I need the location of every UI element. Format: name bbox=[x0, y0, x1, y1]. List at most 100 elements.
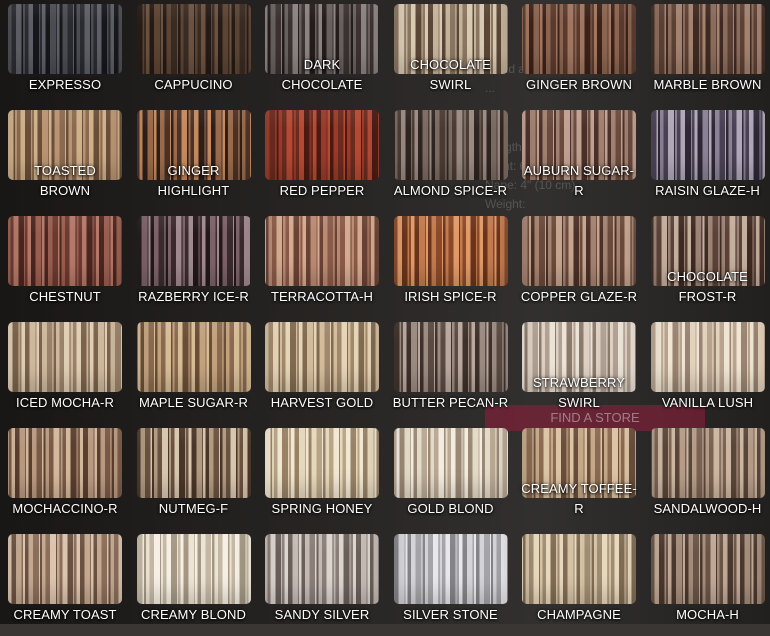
hair-color-sample-image[interactable] bbox=[265, 322, 379, 392]
color-swatch[interactable]: GINGERHIGHLIGHT bbox=[130, 106, 258, 212]
swatch-label-line: VANILLA LUSH bbox=[644, 393, 770, 413]
hair-color-sample-image[interactable] bbox=[137, 322, 251, 392]
swatch-label-line: IRISH SPICE-R bbox=[387, 287, 515, 307]
hair-color-sample-image[interactable] bbox=[137, 534, 251, 604]
swatch-label-line: RED PEPPER bbox=[258, 181, 386, 201]
swatch-label: SANDY SILVER bbox=[258, 605, 386, 625]
color-swatch[interactable]: MAPLE SUGAR-R bbox=[130, 318, 258, 424]
hair-color-sample-image[interactable] bbox=[394, 534, 508, 604]
hair-color-sample-image[interactable] bbox=[522, 534, 636, 604]
hair-color-sample-image[interactable] bbox=[265, 110, 379, 180]
swatch-label-line: TOASTED bbox=[1, 161, 129, 181]
swatch-label-line: SWIRL bbox=[515, 393, 643, 413]
swatch-label: CREAMY TOAST bbox=[1, 605, 129, 625]
color-swatch[interactable]: SANDY SILVER bbox=[258, 530, 386, 636]
color-swatch[interactable]: IRISH SPICE-R bbox=[387, 212, 515, 318]
color-swatch[interactable]: RED PEPPER bbox=[258, 106, 386, 212]
color-swatch[interactable]: ALMOND SPICE-R bbox=[387, 106, 515, 212]
color-swatch[interactable]: GOLD BLOND bbox=[387, 424, 515, 530]
color-swatch[interactable]: BUTTER PECAN-R bbox=[387, 318, 515, 424]
swatch-label: TOASTEDBROWN bbox=[1, 161, 129, 201]
swatch-label: VANILLA LUSH bbox=[644, 393, 770, 413]
hair-color-sample-image[interactable] bbox=[394, 110, 508, 180]
color-swatch[interactable]: MARBLE BROWN bbox=[644, 0, 770, 106]
color-swatch[interactable]: TERRACOTTA-H bbox=[258, 212, 386, 318]
color-swatch[interactable]: TOASTEDBROWN bbox=[1, 106, 129, 212]
hair-color-sample-image[interactable] bbox=[522, 216, 636, 286]
swatch-label: SANDALWOOD-H bbox=[644, 499, 770, 519]
color-swatch[interactable]: MOCHA-H bbox=[644, 530, 770, 636]
swatch-label: TERRACOTTA-H bbox=[258, 287, 386, 307]
color-swatch[interactable]: CHOCOLATEFROST-R bbox=[644, 212, 770, 318]
swatch-label-line: ALMOND SPICE-R bbox=[387, 181, 515, 201]
hair-color-sample-image[interactable] bbox=[8, 4, 122, 74]
color-swatch[interactable]: CHOCOLATESWIRL bbox=[387, 0, 515, 106]
hair-color-sample-image[interactable] bbox=[137, 216, 251, 286]
swatch-label-line: R bbox=[515, 181, 643, 201]
hair-color-sample-image[interactable] bbox=[394, 322, 508, 392]
color-swatch[interactable]: CAPPUCINO bbox=[130, 0, 258, 106]
hair-color-sample-image[interactable] bbox=[265, 216, 379, 286]
hair-color-sample-image[interactable] bbox=[8, 216, 122, 286]
swatch-label-line: BROWN bbox=[1, 181, 129, 201]
color-swatch[interactable]: SANDALWOOD-H bbox=[644, 424, 770, 530]
swatch-label-line: TERRACOTTA-H bbox=[258, 287, 386, 307]
color-swatch[interactable]: MOCHACCINO-R bbox=[1, 424, 129, 530]
hair-color-sample-image[interactable] bbox=[522, 4, 636, 74]
color-swatch[interactable]: CREAMY BLOND bbox=[130, 530, 258, 636]
swatch-label: HARVEST GOLD bbox=[258, 393, 386, 413]
swatch-label-line: SANDALWOOD-H bbox=[644, 499, 770, 519]
color-swatch-grid: EXPRESSOCAPPUCINODARKCHOCOLATECHOCOLATES… bbox=[0, 0, 770, 624]
hair-color-sample-image[interactable] bbox=[8, 534, 122, 604]
hair-color-sample-image[interactable] bbox=[137, 4, 251, 74]
hair-color-sample-image[interactable] bbox=[8, 428, 122, 498]
swatch-label-line: CREAMY TOAST bbox=[1, 605, 129, 625]
swatch-label-line: GOLD BLOND bbox=[387, 499, 515, 519]
color-swatch[interactable]: CHAMPAGNE bbox=[515, 530, 643, 636]
hair-color-sample-image[interactable] bbox=[8, 322, 122, 392]
color-swatch[interactable]: COPPER GLAZE-R bbox=[515, 212, 643, 318]
color-swatch[interactable]: AUBURN SUGAR-R bbox=[515, 106, 643, 212]
color-swatch[interactable]: EXPRESSO bbox=[1, 0, 129, 106]
swatch-label-line: NUTMEG-F bbox=[130, 499, 258, 519]
swatch-label: CHOCOLATEFROST-R bbox=[644, 267, 770, 307]
color-swatch[interactable]: CHESTNUT bbox=[1, 212, 129, 318]
hair-color-sample-image[interactable] bbox=[265, 428, 379, 498]
swatch-label: MOCHACCINO-R bbox=[1, 499, 129, 519]
swatch-label: NUTMEG-F bbox=[130, 499, 258, 519]
swatch-label-line: HARVEST GOLD bbox=[258, 393, 386, 413]
swatch-label: RAZBERRY ICE-R bbox=[130, 287, 258, 307]
color-swatch[interactable]: DARKCHOCOLATE bbox=[258, 0, 386, 106]
swatch-label: BUTTER PECAN-R bbox=[387, 393, 515, 413]
hair-color-sample-image[interactable] bbox=[651, 322, 765, 392]
swatch-label-line: SANDY SILVER bbox=[258, 605, 386, 625]
hair-color-sample-image[interactable] bbox=[651, 534, 765, 604]
swatch-label: MAPLE SUGAR-R bbox=[130, 393, 258, 413]
color-swatch[interactable]: ICED MOCHA-R bbox=[1, 318, 129, 424]
color-swatch[interactable]: SILVER STONE bbox=[387, 530, 515, 636]
hair-color-sample-image[interactable] bbox=[651, 110, 765, 180]
swatch-label: CREAMY TOFFEE-R bbox=[515, 479, 643, 519]
color-swatch[interactable]: NUTMEG-F bbox=[130, 424, 258, 530]
hair-color-sample-image[interactable] bbox=[137, 428, 251, 498]
color-swatch[interactable]: GINGER BROWN bbox=[515, 0, 643, 106]
swatch-label: EXPRESSO bbox=[1, 75, 129, 95]
color-swatch[interactable]: STRAWBERRYSWIRL bbox=[515, 318, 643, 424]
hair-color-sample-image[interactable] bbox=[651, 428, 765, 498]
hair-color-sample-image[interactable] bbox=[265, 534, 379, 604]
hair-color-sample-image[interactable] bbox=[394, 428, 508, 498]
swatch-label-line: CHOCOLATE bbox=[644, 267, 770, 287]
color-swatch[interactable]: CREAMY TOAST bbox=[1, 530, 129, 636]
color-swatch[interactable]: VANILLA LUSH bbox=[644, 318, 770, 424]
color-swatch[interactable]: HARVEST GOLD bbox=[258, 318, 386, 424]
color-swatch[interactable]: SPRING HONEY bbox=[258, 424, 386, 530]
color-swatch[interactable]: RAISIN GLAZE-H bbox=[644, 106, 770, 212]
swatch-label-line: MOCHACCINO-R bbox=[1, 499, 129, 519]
swatch-label-line: MOCHA-H bbox=[644, 605, 770, 625]
color-swatch[interactable]: CREAMY TOFFEE-R bbox=[515, 424, 643, 530]
hair-color-sample-image[interactable] bbox=[651, 4, 765, 74]
swatch-label: CREAMY BLOND bbox=[130, 605, 258, 625]
hair-color-sample-image[interactable] bbox=[394, 216, 508, 286]
color-swatch[interactable]: RAZBERRY ICE-R bbox=[130, 212, 258, 318]
swatch-label-line: AUBURN SUGAR- bbox=[515, 161, 643, 181]
